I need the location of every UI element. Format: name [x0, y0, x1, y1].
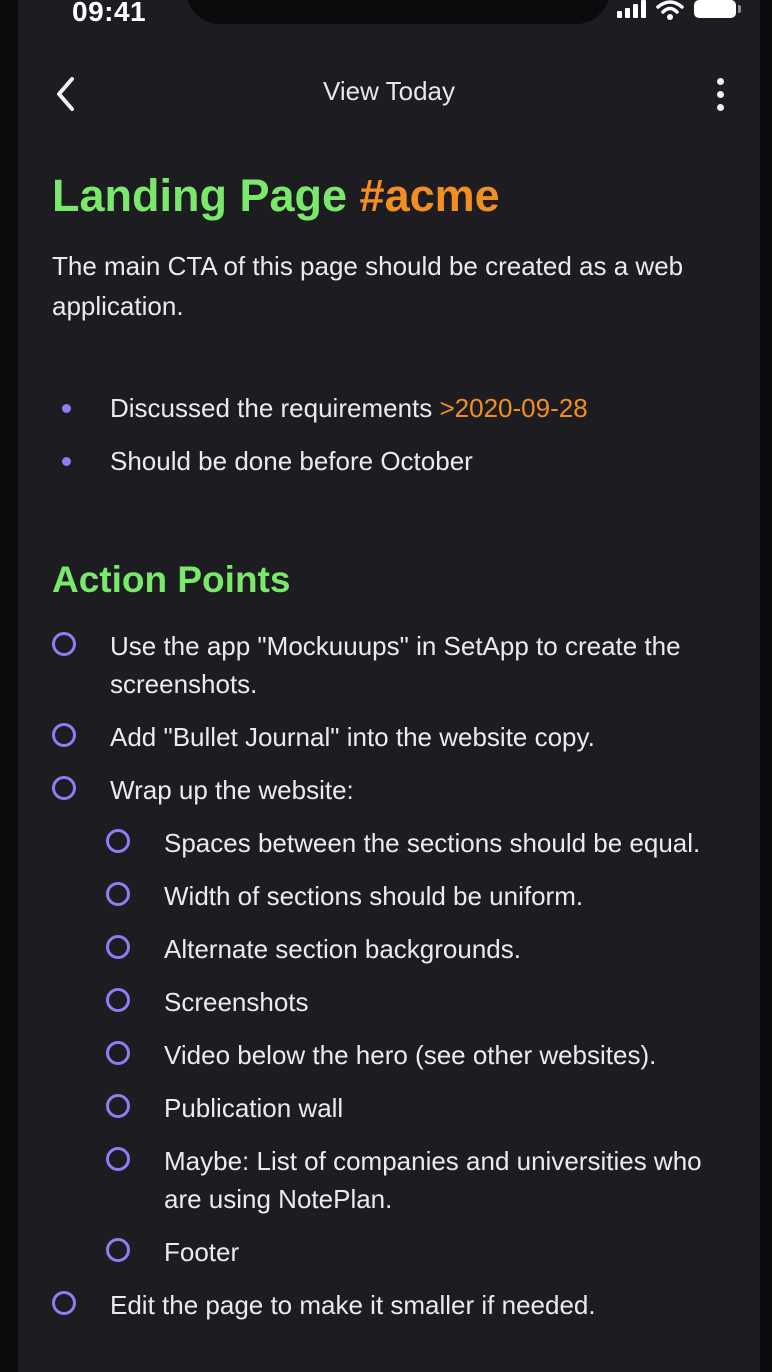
note-content: Landing Page #acme The main CTA of this …: [52, 160, 732, 1332]
task-item: Wrap up the website:: [52, 764, 732, 817]
cellular-signal-icon: [617, 0, 646, 18]
task-text: Footer: [164, 1237, 240, 1267]
task-text: Spaces between the sections should be eq…: [164, 828, 701, 858]
more-vertical-icon: [716, 77, 724, 85]
task-checkbox[interactable]: [52, 723, 76, 747]
bullet-dot-icon: [62, 457, 71, 466]
date-link[interactable]: >2020-09-28: [439, 393, 587, 423]
task-text: Width of sections should be uniform.: [164, 881, 584, 911]
subtask-item: Width of sections should be uniform.: [52, 870, 732, 923]
more-options-button[interactable]: [706, 74, 734, 114]
task-text: Alternate section backgrounds.: [164, 934, 521, 964]
task-text: Publication wall: [164, 1093, 344, 1123]
subtask-item: Spaces between the sections should be eq…: [52, 817, 732, 870]
hashtag-link[interactable]: #acme: [360, 170, 500, 221]
bullet-item: Discussed the requirements >2020-09-28: [52, 382, 732, 435]
bullet-item: Should be done before October: [52, 435, 732, 488]
task-checkbox[interactable]: [106, 1147, 130, 1171]
navigation-bar: View Today: [18, 68, 760, 120]
task-text: Use the app "Mockuuups" in SetApp to cre…: [110, 631, 681, 699]
subtask-item: Screenshots: [52, 976, 732, 1029]
battery-icon: [694, 0, 741, 18]
task-checkbox[interactable]: [52, 776, 76, 800]
task-checkbox[interactable]: [106, 1238, 130, 1262]
task-text: Add "Bullet Journal" into the website co…: [110, 722, 595, 752]
device-notch: [186, 0, 610, 24]
task-checkbox[interactable]: [106, 988, 130, 1012]
task-text: Maybe: List of companies and universitie…: [164, 1146, 702, 1214]
task-text: Edit the page to make it smaller if need…: [110, 1290, 596, 1320]
note-title-text: Landing Page: [52, 170, 348, 221]
subtask-item: Footer: [52, 1226, 732, 1279]
task-checkbox[interactable]: [106, 1094, 130, 1118]
task-checkbox[interactable]: [106, 829, 130, 853]
task-item: Use the app "Mockuuups" in SetApp to cre…: [52, 620, 732, 711]
phone-screen: 09:41 View Today Landing Page #acme The …: [18, 0, 760, 1372]
subtask-item: Video below the hero (see other websites…: [52, 1029, 732, 1082]
task-checkbox[interactable]: [52, 632, 76, 656]
subtask-item: Maybe: List of companies and universitie…: [52, 1135, 732, 1226]
task-list: Use the app "Mockuuups" in SetApp to cre…: [52, 620, 732, 1332]
task-text: Video below the hero (see other websites…: [164, 1040, 657, 1070]
wifi-icon: [656, 0, 684, 20]
section-heading: Action Points: [52, 559, 291, 600]
bullet-text: Discussed the requirements: [110, 393, 440, 423]
task-text: Wrap up the website:: [110, 775, 354, 805]
subtask-item: Alternate section backgrounds.: [52, 923, 732, 976]
task-item: Add "Bullet Journal" into the website co…: [52, 711, 732, 764]
status-time: 09:41: [72, 0, 147, 27]
bullet-text: Should be done before October: [110, 446, 473, 476]
status-icons: [617, 0, 741, 24]
task-checkbox[interactable]: [106, 882, 130, 906]
note-intro: The main CTA of this page should be crea…: [52, 251, 684, 321]
note-title: Landing Page #acme: [52, 160, 732, 232]
bullet-list: Discussed the requirements >2020-09-28 S…: [52, 382, 732, 488]
task-checkbox[interactable]: [106, 935, 130, 959]
subtask-item: Publication wall: [52, 1082, 732, 1135]
task-checkbox[interactable]: [106, 1041, 130, 1065]
task-item: Edit the page to make it smaller if need…: [52, 1279, 732, 1332]
nav-title: View Today: [322, 76, 456, 106]
task-text: Screenshots: [164, 987, 309, 1017]
task-checkbox[interactable]: [52, 1291, 76, 1315]
bullet-dot-icon: [62, 404, 71, 413]
